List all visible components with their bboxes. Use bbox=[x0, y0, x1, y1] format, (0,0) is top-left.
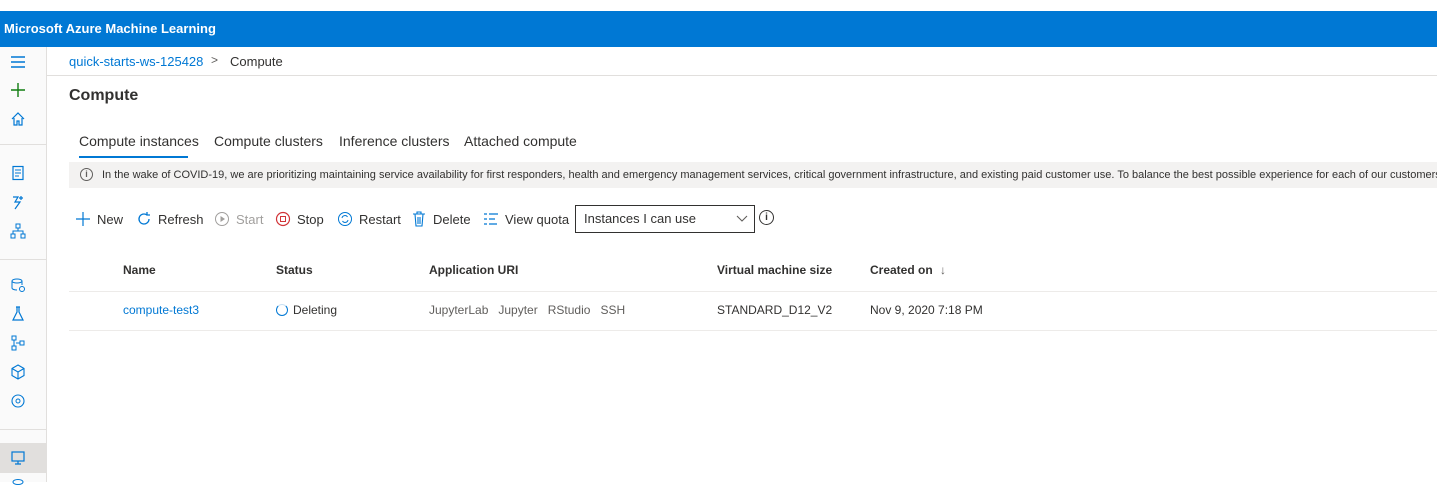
new-label: New bbox=[97, 211, 124, 227]
nav-separator bbox=[0, 144, 46, 145]
filter-selected-value: Instances I can use bbox=[584, 211, 697, 226]
breadcrumb: quick-starts-ws-125428 > Compute bbox=[47, 47, 1437, 76]
tab-compute-clusters[interactable]: Compute clusters bbox=[214, 133, 323, 149]
instances-filter-dropdown[interactable]: Instances I can use bbox=[575, 205, 755, 233]
notice-banner: i In the wake of COVID-19, we are priori… bbox=[69, 162, 1437, 188]
app-header: Microsoft Azure Machine Learning bbox=[0, 11, 1437, 47]
hamburger-menu-icon[interactable] bbox=[9, 53, 27, 71]
automated-ml-icon[interactable] bbox=[9, 193, 27, 211]
tab-attached-compute[interactable]: Attached compute bbox=[464, 133, 577, 149]
column-header-application-uri[interactable]: Application URI bbox=[429, 263, 518, 277]
nav-separator bbox=[0, 429, 46, 430]
restart-button[interactable]: Restart bbox=[337, 210, 401, 228]
stop-icon bbox=[275, 211, 291, 227]
stop-button[interactable]: Stop bbox=[275, 210, 324, 228]
status-text: Deleting bbox=[293, 303, 338, 317]
created-on-label: Created on bbox=[870, 263, 933, 277]
datastores-icon[interactable] bbox=[9, 473, 27, 491]
jupyterlab-link[interactable]: JupyterLab bbox=[429, 303, 488, 317]
tab-compute-instances[interactable]: Compute instances bbox=[79, 133, 199, 149]
active-tab-indicator bbox=[79, 156, 188, 158]
column-header-name[interactable]: Name bbox=[123, 263, 156, 277]
notice-text: In the wake of COVID-19, we are prioriti… bbox=[102, 169, 1437, 181]
home-icon[interactable] bbox=[9, 110, 27, 128]
endpoints-icon[interactable] bbox=[9, 392, 27, 410]
restart-label: Restart bbox=[359, 211, 401, 227]
restart-icon bbox=[337, 211, 353, 227]
notebooks-icon[interactable] bbox=[9, 164, 27, 182]
sort-descending-icon: ↓ bbox=[940, 263, 947, 277]
breadcrumb-current: Compute bbox=[230, 54, 283, 69]
application-uri-cell: JupyterLab Jupyter RStudio SSH bbox=[429, 303, 635, 317]
deleting-spinner-icon bbox=[276, 304, 288, 316]
breadcrumb-chevron-icon: > bbox=[211, 53, 219, 67]
compute-name-link[interactable]: compute-test3 bbox=[123, 303, 199, 317]
column-header-vm-size[interactable]: Virtual machine size bbox=[717, 263, 832, 277]
nav-separator bbox=[0, 259, 46, 260]
tab-inference-clusters[interactable]: Inference clusters bbox=[339, 133, 450, 149]
column-header-created-on[interactable]: Created on ↓ bbox=[870, 263, 946, 277]
refresh-button[interactable]: Refresh bbox=[136, 210, 204, 228]
created-on-cell: Nov 9, 2020 7:18 PM bbox=[870, 303, 983, 317]
start-label: Start bbox=[236, 211, 264, 227]
view-quota-button[interactable]: View quota bbox=[483, 210, 569, 228]
filter-info-icon[interactable]: i bbox=[759, 210, 774, 225]
datasets-icon[interactable] bbox=[9, 276, 27, 294]
new-button[interactable]: New bbox=[75, 210, 123, 228]
chevron-down-icon bbox=[736, 206, 748, 241]
start-button[interactable]: Start bbox=[214, 210, 263, 228]
vm-size-cell: STANDARD_D12_V2 bbox=[717, 303, 833, 317]
view-quota-label: View quota bbox=[505, 211, 570, 227]
app-title[interactable]: Microsoft Azure Machine Learning bbox=[4, 21, 216, 36]
column-header-status[interactable]: Status bbox=[276, 263, 313, 277]
top-margin bbox=[0, 0, 1437, 11]
designer-icon[interactable] bbox=[9, 222, 27, 240]
compute-icon[interactable] bbox=[9, 449, 27, 467]
status-cell: Deleting bbox=[276, 303, 337, 317]
page-title: Compute bbox=[69, 87, 139, 104]
jupyter-link[interactable]: Jupyter bbox=[498, 303, 537, 317]
trash-icon bbox=[411, 211, 427, 227]
stop-label: Stop bbox=[297, 211, 324, 227]
delete-button[interactable]: Delete bbox=[411, 210, 471, 228]
plus-icon bbox=[75, 211, 91, 227]
rstudio-link[interactable]: RStudio bbox=[548, 303, 591, 317]
refresh-label: Refresh bbox=[158, 211, 204, 227]
table-row-divider bbox=[69, 330, 1437, 331]
quota-list-icon bbox=[483, 211, 499, 227]
play-icon bbox=[214, 211, 230, 227]
left-nav bbox=[0, 47, 47, 485]
create-new-icon[interactable] bbox=[9, 81, 27, 99]
ssh-link[interactable]: SSH bbox=[600, 303, 625, 317]
info-icon: i bbox=[80, 168, 93, 181]
pipelines-icon[interactable] bbox=[9, 334, 27, 352]
refresh-icon bbox=[136, 211, 152, 227]
experiments-icon[interactable] bbox=[9, 305, 27, 323]
delete-label: Delete bbox=[433, 211, 471, 227]
breadcrumb-workspace-link[interactable]: quick-starts-ws-125428 bbox=[69, 54, 203, 69]
models-icon[interactable] bbox=[9, 363, 27, 381]
table-header-divider bbox=[69, 291, 1437, 292]
